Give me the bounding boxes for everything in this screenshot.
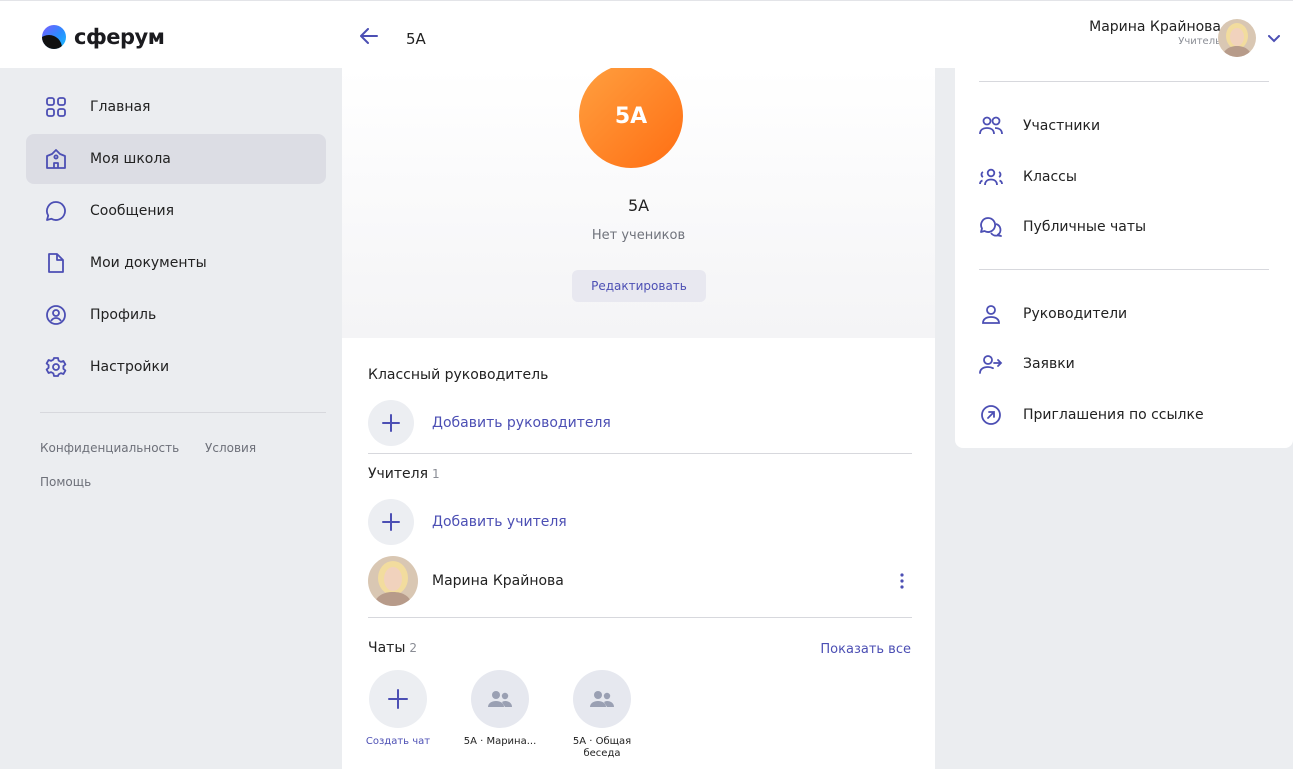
sidebar-item-label: Сообщения	[90, 203, 175, 219]
chat-label: 5А · Общая беседа	[572, 736, 632, 759]
plus-icon	[368, 499, 414, 545]
sidebar-item-documents[interactable]: Мои документы	[26, 238, 326, 288]
profile-icon	[44, 303, 68, 327]
menu-item-invites[interactable]: Приглашения по ссылке	[979, 403, 1204, 427]
sidebar-item-label: Моя школа	[90, 151, 171, 167]
chevron-down-icon[interactable]	[1268, 35, 1280, 43]
group-chat-icon	[573, 670, 631, 728]
user-info[interactable]: Марина Крайнова Учитель	[1089, 19, 1221, 47]
teachers-count: 1	[432, 467, 440, 481]
sidebar-item-home[interactable]: Главная	[26, 82, 326, 132]
top-bar: сферум 5A Марина Крайнова Учитель	[0, 0, 1293, 68]
page-title: 5A	[406, 30, 426, 48]
show-all-link[interactable]: Показать все	[820, 642, 911, 657]
menu-item-public-chats[interactable]: Публичные чаты	[979, 215, 1146, 239]
divider	[368, 617, 912, 618]
chats-icon	[979, 215, 1003, 239]
sidebar-item-my-school[interactable]: Моя школа	[26, 134, 326, 184]
divider	[368, 453, 912, 454]
menu-item-participants[interactable]: Участники	[979, 114, 1100, 138]
menu-item-classes[interactable]: Классы	[979, 165, 1077, 189]
class-panel: 5А 5А Нет учеников Редактировать Классны…	[342, 68, 935, 769]
add-teacher-button[interactable]: Добавить учителя	[368, 499, 567, 545]
footer-links: Конфиденциальность Условия Помощь	[26, 431, 326, 499]
students-status: Нет учеников	[591, 228, 686, 243]
person-arrow-icon	[979, 352, 1003, 376]
sidebar: Главная Моя школа Сообщения Мои документ…	[26, 82, 326, 499]
teacher-row[interactable]: Марина Крайнова	[368, 556, 912, 606]
sidebar-item-label: Мои документы	[90, 255, 207, 271]
sidebar-item-settings[interactable]: Настройки	[26, 342, 326, 392]
teacher-avatar	[368, 556, 418, 606]
group-chat-icon	[471, 670, 529, 728]
edit-button[interactable]: Редактировать	[572, 270, 706, 302]
homeroom-section-title: Классный руководитель	[368, 367, 549, 383]
privacy-link[interactable]: Конфиденциальность	[40, 441, 179, 455]
link-arrow-icon	[979, 403, 1003, 427]
sidebar-item-label: Настройки	[90, 359, 170, 375]
chat-item[interactable]: 5А · Общая беседа	[562, 670, 642, 760]
more-options-icon[interactable]	[892, 571, 912, 591]
participants-icon	[979, 114, 1003, 138]
document-icon	[44, 251, 68, 275]
plus-icon	[368, 400, 414, 446]
class-avatar: 5А	[579, 68, 683, 168]
sidebar-item-label: Главная	[90, 99, 151, 115]
sidebar-item-messages[interactable]: Сообщения	[26, 186, 326, 236]
school-icon	[44, 147, 68, 171]
add-homeroom-button[interactable]: Добавить руководителя	[368, 400, 611, 446]
chat-item[interactable]: 5А · Марина...	[460, 670, 540, 748]
terms-link[interactable]: Условия	[205, 441, 256, 455]
school-menu-panel: Участники Классы Публичные чаты Руководи…	[955, 68, 1293, 448]
chat-label: 5А · Марина...	[463, 736, 537, 747]
divider	[979, 269, 1269, 270]
divider	[979, 81, 1269, 82]
back-arrow-icon[interactable]	[360, 28, 378, 44]
sidebar-item-profile[interactable]: Профиль	[26, 290, 326, 340]
chats-count: 2	[409, 641, 418, 655]
user-name: Марина Крайнова	[1089, 19, 1221, 35]
class-name: 5А	[627, 196, 650, 215]
menu-item-managers[interactable]: Руководители	[979, 302, 1127, 326]
divider	[40, 412, 326, 413]
plus-icon	[369, 670, 427, 728]
logo-text: сферум	[74, 25, 165, 49]
person-icon	[979, 302, 1003, 326]
logo[interactable]: сферум	[42, 25, 165, 49]
class-header: 5А 5А Нет учеников Редактировать	[342, 68, 935, 338]
teacher-name: Марина Крайнова	[432, 573, 564, 589]
grid-icon	[44, 95, 68, 119]
user-avatar[interactable]	[1218, 19, 1256, 57]
create-chat-button[interactable]: Создать чат	[358, 670, 438, 748]
help-link[interactable]: Помощь	[40, 475, 91, 489]
gear-icon	[44, 355, 68, 379]
sidebar-item-label: Профиль	[90, 307, 157, 323]
teachers-section-title: Учителя 1	[368, 466, 440, 482]
logo-mark-icon	[42, 25, 66, 49]
classes-icon	[979, 165, 1003, 189]
menu-item-requests[interactable]: Заявки	[979, 352, 1075, 376]
chat-label: Создать чат	[365, 736, 431, 747]
user-role: Учитель	[1178, 36, 1221, 47]
message-icon	[44, 199, 68, 223]
